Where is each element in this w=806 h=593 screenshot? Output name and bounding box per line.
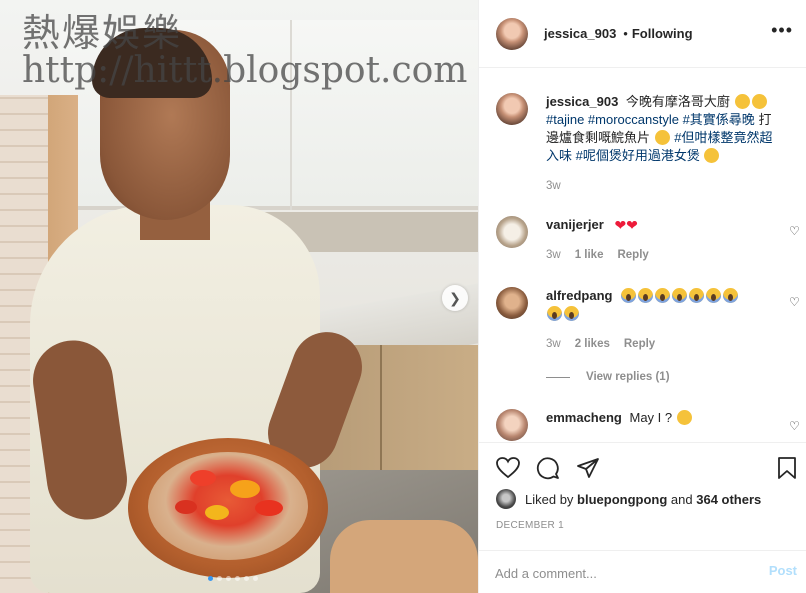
photo-pepper — [190, 470, 216, 486]
avatar[interactable] — [496, 489, 516, 509]
header-username[interactable]: jessica_903 — [544, 26, 616, 41]
laughing-emoji-icon — [676, 410, 692, 425]
caption-username[interactable]: jessica_903 — [546, 94, 618, 109]
face-emoji-icon — [654, 130, 670, 145]
carousel-dot — [208, 576, 213, 581]
comment-text: vanijerjer ❤❤ — [546, 216, 638, 234]
carousel-dots — [208, 576, 258, 581]
photo-pepper — [255, 500, 283, 516]
scream-emoji-icon — [672, 288, 688, 303]
caption-text: jessica_903 今晚有摩洛哥大廚 #tajine #moroccanst… — [546, 93, 778, 165]
reply-button[interactable]: Reply — [617, 249, 648, 261]
carousel-dot — [226, 576, 231, 581]
comment-username[interactable]: vanijerjer — [546, 217, 604, 232]
carousel-dot — [235, 576, 240, 581]
liked-by-user[interactable]: bluepongpong — [577, 492, 667, 507]
post-sidebar: jessica_903 • Following ••• jessica_903 … — [478, 0, 806, 593]
carousel-dot — [244, 576, 249, 581]
photo-tajine-food — [148, 452, 308, 560]
face-emoji-icon — [751, 94, 767, 109]
carousel-next-button[interactable]: ❯ — [442, 285, 468, 311]
scream-emoji-icon — [723, 288, 739, 303]
carousel-dot — [217, 576, 222, 581]
avatar[interactable] — [496, 216, 528, 248]
photo-pepper — [175, 500, 197, 514]
comment-meta: 3w 2 likes Reply — [546, 338, 655, 350]
liked-by: Liked by bluepongpong and 364 others — [496, 489, 761, 509]
scream-emoji-icon — [547, 306, 562, 321]
like-comment-heart-icon[interactable]: ♡ — [789, 295, 803, 309]
comment-time[interactable]: 3w — [546, 338, 561, 350]
action-bar — [479, 442, 806, 492]
comment-input[interactable] — [495, 563, 735, 583]
scream-emoji-icon — [706, 288, 722, 303]
view-replies-button[interactable]: View replies (1) — [546, 371, 670, 383]
avatar[interactable] — [496, 287, 528, 319]
comment-likes[interactable]: 1 like — [575, 249, 604, 261]
comment-icon — [536, 457, 559, 480]
comment-item: vanijerjer ❤❤ 3w 1 like Reply ♡ — [496, 216, 806, 266]
comment-item: alfredpang 3w 2 likes Reply ♡ — [496, 287, 806, 367]
comment-time[interactable]: 3w — [546, 249, 561, 261]
scream-emoji-icon — [655, 288, 671, 303]
red-heart-emoji-icon: ❤❤ — [614, 217, 638, 233]
bookmark-icon — [778, 457, 796, 479]
caption: jessica_903 今晚有摩洛哥大廚 #tajine #moroccanst… — [496, 93, 796, 203]
like-comment-heart-icon[interactable]: ♡ — [789, 224, 803, 238]
post-header: jessica_903 • Following ••• — [479, 0, 806, 68]
avatar[interactable] — [496, 93, 528, 125]
photo-pepper — [205, 505, 229, 520]
liked-by-others[interactable]: 364 others — [696, 492, 761, 507]
comment-username[interactable]: emmacheng — [546, 410, 622, 425]
comment-text: alfredpang — [546, 287, 756, 323]
watermark-title: 熱爆娛樂 — [22, 11, 183, 55]
comment-username[interactable]: alfredpang — [546, 288, 612, 303]
liked-by-prefix: Liked by — [525, 491, 578, 507]
chevron-right-icon: ❯ — [449, 289, 461, 306]
scream-emoji-icon — [564, 306, 579, 321]
scream-emoji-icon — [638, 288, 654, 303]
post-button[interactable]: Post — [769, 563, 797, 578]
comment-likes[interactable]: 2 likes — [575, 338, 610, 350]
header-separator: • — [623, 26, 628, 41]
comment-button[interactable] — [535, 455, 561, 481]
comment-text: emmacheng May I ? — [546, 409, 693, 427]
photo-cutting-board — [330, 520, 478, 593]
divider — [546, 376, 570, 378]
like-button[interactable] — [495, 455, 521, 481]
photo-pepper — [230, 480, 260, 498]
comment-meta: 3w 1 like Reply — [546, 249, 649, 261]
post-date[interactable]: DECEMBER 1 — [496, 520, 564, 531]
share-icon — [577, 458, 599, 478]
heart-icon — [496, 457, 520, 479]
watermark-url: http://hittt.blogspot.com — [22, 50, 468, 91]
post-photo[interactable]: 熱爆娛樂 http://hittt.blogspot.com ❯ — [0, 0, 478, 593]
carousel-dot — [253, 576, 258, 581]
comment-item: emmacheng May I ? ♡ — [496, 409, 806, 442]
scream-emoji-icon — [689, 288, 705, 303]
avatar[interactable] — [496, 409, 528, 441]
comment-body: May I ? — [629, 410, 673, 425]
comments-list[interactable]: jessica_903 今晚有摩洛哥大廚 #tajine #moroccanst… — [479, 69, 806, 442]
add-comment-bar: Post — [479, 550, 806, 593]
more-icon[interactable]: ••• — [771, 20, 793, 41]
following-button[interactable]: Following — [632, 26, 693, 41]
caption-hashtags-1[interactable]: #tajine #moroccanstyle #其實係尋晚 — [546, 112, 755, 127]
save-button[interactable] — [774, 455, 800, 481]
caption-time[interactable]: 3w — [546, 180, 561, 192]
view-replies-label: View replies (1) — [586, 371, 670, 383]
face-emoji-icon — [734, 94, 750, 109]
caption-body-1: 今晚有摩洛哥大廚 — [625, 94, 730, 109]
reply-button[interactable]: Reply — [624, 338, 655, 350]
scream-emoji-icon — [621, 288, 637, 303]
avatar[interactable] — [496, 17, 528, 50]
face-emoji-icon — [704, 148, 720, 163]
share-button[interactable] — [575, 455, 601, 481]
liked-by-middle: and — [667, 491, 697, 507]
like-comment-heart-icon[interactable]: ♡ — [789, 419, 803, 433]
photo-cabinet-seam — [290, 20, 292, 210]
